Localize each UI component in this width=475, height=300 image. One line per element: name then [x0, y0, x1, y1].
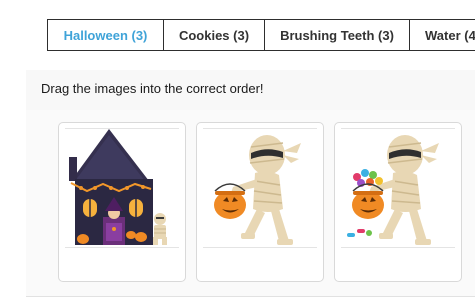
tab-cookies[interactable]: Cookies (3) [163, 19, 265, 51]
instruction-text: Drag the images into the correct order! [41, 81, 264, 96]
tab-halloween[interactable]: Halloween (3) [47, 19, 164, 51]
mummy-candy-pumpkin-bucket-image [347, 135, 439, 245]
tab-water[interactable]: Water (4 [409, 19, 475, 51]
tab-brushing-teeth[interactable]: Brushing Teeth (3) [264, 19, 410, 51]
draggable-card-1[interactable] [58, 122, 186, 282]
card-divider [341, 247, 455, 248]
instruction-bar: Drag the images into the correct order! [26, 70, 475, 111]
card-divider [65, 247, 179, 248]
drag-area [26, 110, 475, 297]
card-divider [203, 247, 317, 248]
category-tabs: Halloween (3) Cookies (3) Brushing Teeth… [47, 19, 475, 51]
haunted-house-trick-or-treat-image [69, 129, 167, 245]
draggable-card-3[interactable] [334, 122, 462, 282]
sequencing-activity: Halloween (3) Cookies (3) Brushing Teeth… [0, 0, 475, 300]
mummy-empty-pumpkin-bucket-image [214, 135, 301, 245]
draggable-card-2[interactable] [196, 122, 324, 282]
